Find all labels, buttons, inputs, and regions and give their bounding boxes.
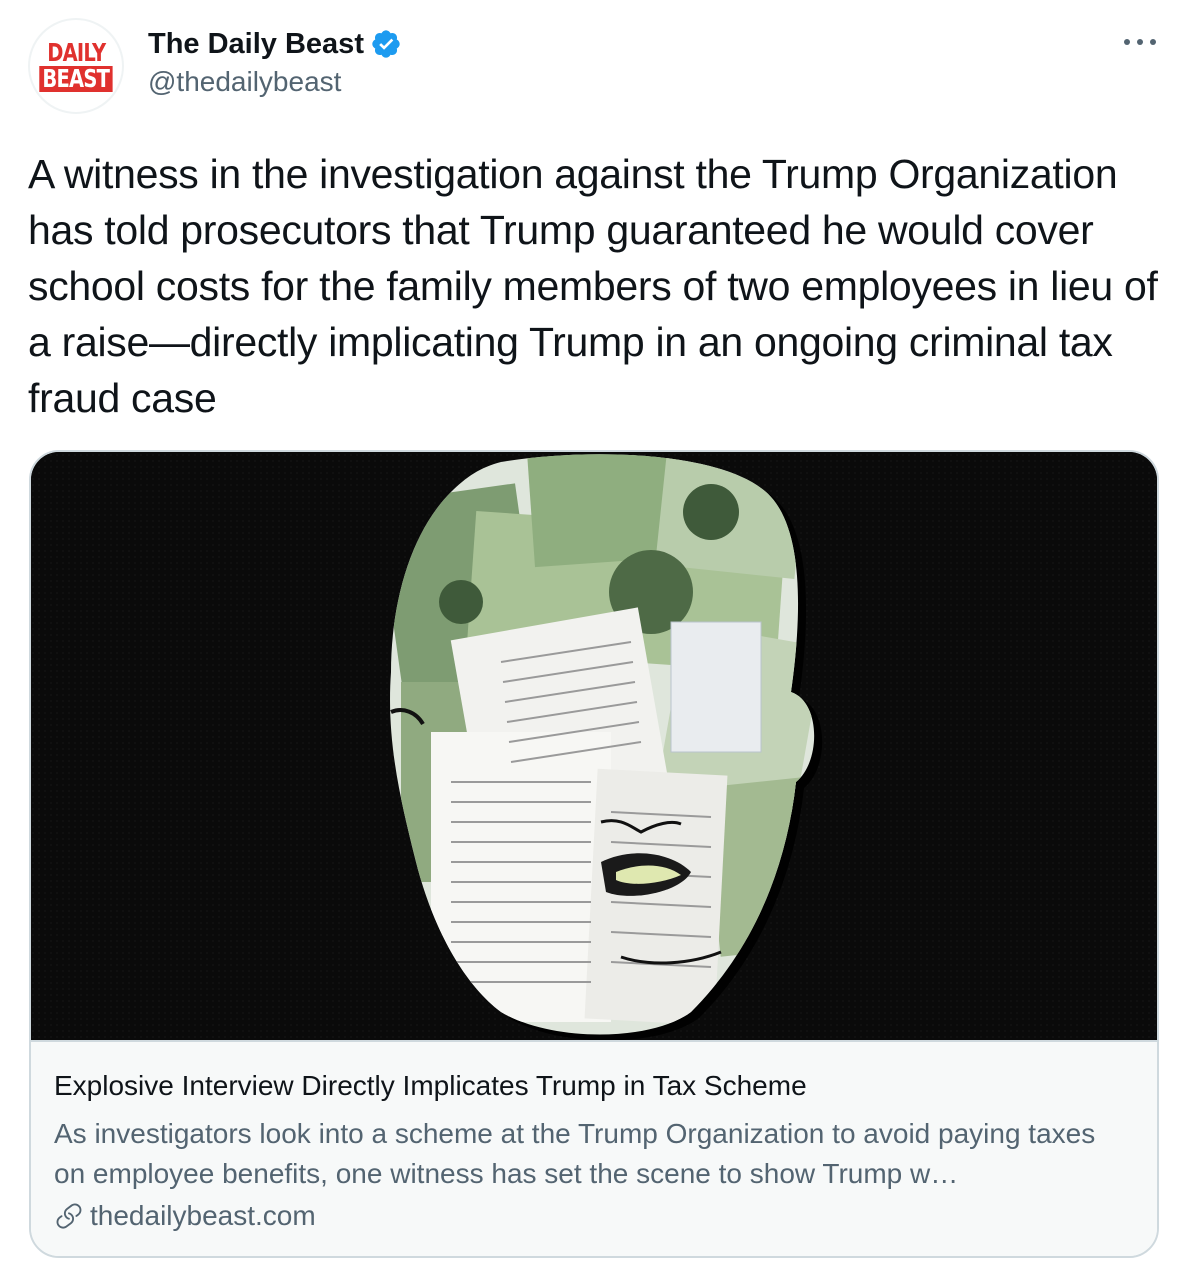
link-card[interactable]: Explosive Interview Directly Implicates … bbox=[29, 450, 1159, 1258]
card-title[interactable]: Explosive Interview Directly Implicates … bbox=[54, 1070, 807, 1102]
more-dot bbox=[1150, 39, 1156, 45]
avatar[interactable]: DAILY BEAST bbox=[28, 18, 124, 114]
author-name-row: The Daily Beast bbox=[148, 24, 402, 64]
tweet-text: A witness in the investigation against t… bbox=[28, 151, 1158, 421]
more-dot bbox=[1137, 39, 1143, 45]
verified-badge-icon bbox=[372, 30, 400, 58]
card-meta[interactable]: Explosive Interview Directly Implicates … bbox=[31, 1040, 1157, 1256]
money-collage-face-icon bbox=[31, 452, 1157, 1040]
more-options-icon[interactable] bbox=[1120, 30, 1160, 54]
tweet: DAILY BEAST The Daily Beast @thedailybea… bbox=[0, 0, 1190, 1278]
link-icon bbox=[56, 1203, 82, 1229]
card-image[interactable] bbox=[31, 452, 1157, 1040]
avatar-logo-line-1: DAILY bbox=[46, 38, 106, 67]
author-handle[interactable]: @thedailybeast bbox=[148, 66, 341, 98]
more-dot bbox=[1124, 39, 1130, 45]
card-domain[interactable]: thedailybeast.com bbox=[54, 1200, 316, 1232]
card-domain-text[interactable]: thedailybeast.com bbox=[90, 1200, 316, 1232]
card-description: As investigators look into a scheme at t… bbox=[54, 1118, 1096, 1189]
avatar-logo-line-2: BEAST bbox=[39, 66, 113, 92]
display-name[interactable]: The Daily Beast bbox=[148, 28, 364, 61]
